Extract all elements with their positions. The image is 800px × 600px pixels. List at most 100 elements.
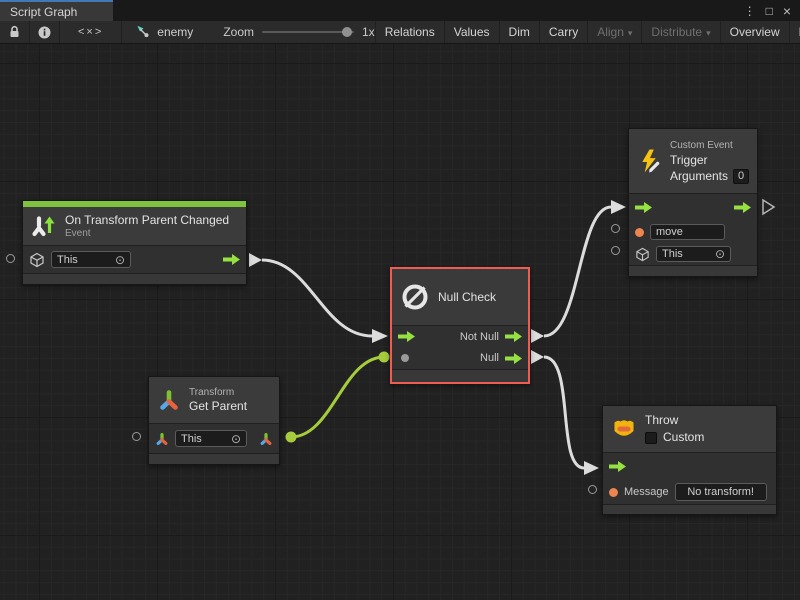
node-footer — [603, 504, 776, 514]
event-name-row: move — [629, 221, 757, 243]
node-null-check[interactable]: Null Check Not Null Null — [390, 267, 530, 384]
value-port-dot[interactable] — [401, 354, 409, 362]
target-picker-icon: ⊙ — [715, 248, 725, 260]
more-menu-icon[interactable]: ⋮ — [744, 5, 756, 17]
maximize-icon[interactable]: □ — [766, 5, 773, 17]
carry-button[interactable]: Carry — [539, 21, 587, 43]
code-icon: <×> — [78, 26, 103, 38]
flow-output-arrow[interactable] — [223, 254, 240, 265]
wire-event-to-nullcheck[interactable] — [262, 260, 372, 336]
transform-output-port-icon[interactable] — [259, 432, 273, 446]
flow-row — [603, 452, 776, 480]
overview-button[interactable]: Overview — [720, 21, 789, 43]
node-header[interactable]: Transform Get Parent — [149, 377, 279, 423]
node-trigger-custom-event[interactable]: Custom Event Trigger Arguments 0 — [628, 128, 758, 277]
target-field[interactable]: This ⊙ — [656, 246, 731, 262]
script-graph-window: Script Graph ⋮ □ × <×> — [0, 0, 800, 600]
node-header[interactable]: Custom Event Trigger Arguments 0 — [629, 129, 757, 193]
wire-getparent-to-nullcheck[interactable] — [291, 357, 384, 437]
values-button[interactable]: Values — [444, 21, 499, 43]
node-get-parent[interactable]: Transform Get Parent This ⊙ — [148, 376, 280, 465]
not-null-row: Not Null — [392, 325, 528, 347]
target-row: This ⊙ — [23, 245, 246, 273]
inspect-button[interactable] — [30, 21, 60, 43]
lock-icon — [8, 25, 21, 39]
transform-port-icon[interactable] — [155, 432, 169, 446]
wire-start-cap[interactable] — [531, 329, 544, 343]
target-picker-icon: ⊙ — [115, 254, 125, 266]
message-field[interactable]: No transform! — [675, 483, 767, 501]
null-row: Null — [392, 347, 528, 369]
custom-label: Custom — [663, 430, 704, 445]
zoom-slider-handle[interactable] — [342, 27, 352, 37]
graph-pointer-icon — [136, 25, 151, 39]
node-footer — [23, 273, 246, 284]
flow-output-arrow[interactable] — [505, 331, 522, 342]
string-port-dot[interactable] — [609, 488, 618, 497]
graph-name: enemy — [157, 25, 193, 39]
node-title: Null Check — [438, 290, 496, 305]
node-on-transform-parent-changed[interactable]: On Transform Parent Changed Event This ⊙ — [22, 200, 247, 285]
target-field[interactable]: This ⊙ — [175, 430, 247, 447]
node-title: Get Parent — [189, 399, 247, 414]
graph-breadcrumb[interactable]: enemy — [136, 21, 193, 43]
flow-input-arrow[interactable] — [609, 461, 626, 472]
flow-output-arrow[interactable] — [734, 202, 751, 213]
value-port-trigger-target[interactable] — [611, 246, 620, 255]
zoom-control: Zoom 1x — [223, 21, 374, 43]
fullscreen-button[interactable]: Full Screen — [789, 21, 800, 43]
gameobject-cube-icon — [29, 252, 45, 268]
wire-start-cap[interactable] — [249, 253, 262, 267]
throw-error-icon — [611, 416, 637, 442]
zoom-slider[interactable] — [262, 31, 354, 33]
event-name-field[interactable]: move — [650, 224, 725, 240]
flow-output-arrow[interactable] — [505, 353, 522, 364]
node-category: Transform — [189, 386, 247, 399]
custom-checkbox[interactable] — [645, 432, 657, 444]
tab-script-graph[interactable]: Script Graph — [0, 0, 113, 21]
wire-value-cap[interactable] — [379, 352, 390, 363]
target-field[interactable]: This ⊙ — [51, 251, 131, 268]
dim-button[interactable]: Dim — [499, 21, 539, 43]
tab-bar: Script Graph ⋮ □ × — [0, 0, 800, 21]
lock-button[interactable] — [0, 21, 30, 43]
wire-null-to-throw[interactable] — [544, 357, 584, 468]
value-port-event-target[interactable] — [6, 254, 15, 263]
node-header[interactable]: On Transform Parent Changed Event — [23, 207, 246, 245]
custom-event-icon — [637, 148, 662, 174]
wire-start-cap[interactable] — [531, 350, 544, 364]
unconnected-flow-port[interactable] — [763, 200, 774, 214]
node-header[interactable]: Throw Custom — [603, 406, 776, 452]
wire-end-arrow[interactable] — [584, 461, 599, 475]
node-title: Trigger — [670, 153, 749, 168]
node-header[interactable]: Null Check — [392, 269, 528, 325]
preview-code-button[interactable]: <×> — [60, 21, 122, 43]
node-title: Throw — [645, 413, 704, 428]
flow-row — [629, 193, 757, 221]
wire-notnull-to-trigger[interactable] — [544, 207, 611, 336]
align-button: Align▾ — [587, 21, 641, 43]
string-port-dot[interactable] — [635, 228, 644, 237]
wire-end-arrow[interactable] — [611, 200, 626, 214]
message-row: Message No transform! — [603, 480, 776, 504]
flow-input-arrow[interactable] — [635, 202, 652, 213]
window-controls: ⋮ □ × — [744, 0, 800, 21]
node-footer — [629, 265, 757, 276]
flow-input-arrow[interactable] — [398, 331, 415, 342]
node-throw[interactable]: Throw Custom Message No transform! — [602, 405, 777, 515]
target-picker-icon: ⊙ — [231, 433, 241, 445]
value-port-getparent-target[interactable] — [132, 432, 141, 441]
close-icon[interactable]: × — [783, 4, 791, 18]
node-title: On Transform Parent Changed — [65, 213, 229, 228]
zoom-value: 1x — [362, 25, 375, 39]
value-port-throw-message[interactable] — [588, 485, 597, 494]
null-check-icon — [400, 282, 430, 312]
value-port-trigger-name[interactable] — [611, 224, 620, 233]
tab-label: Script Graph — [10, 5, 77, 19]
relations-button[interactable]: Relations — [375, 21, 444, 43]
arguments-count-field[interactable]: 0 — [733, 169, 749, 184]
wire-end-arrow[interactable] — [372, 329, 388, 343]
wire-value-cap[interactable] — [286, 432, 297, 443]
graph-canvas[interactable]: On Transform Parent Changed Event This ⊙ — [0, 44, 800, 600]
not-null-label: Not Null — [460, 331, 499, 343]
